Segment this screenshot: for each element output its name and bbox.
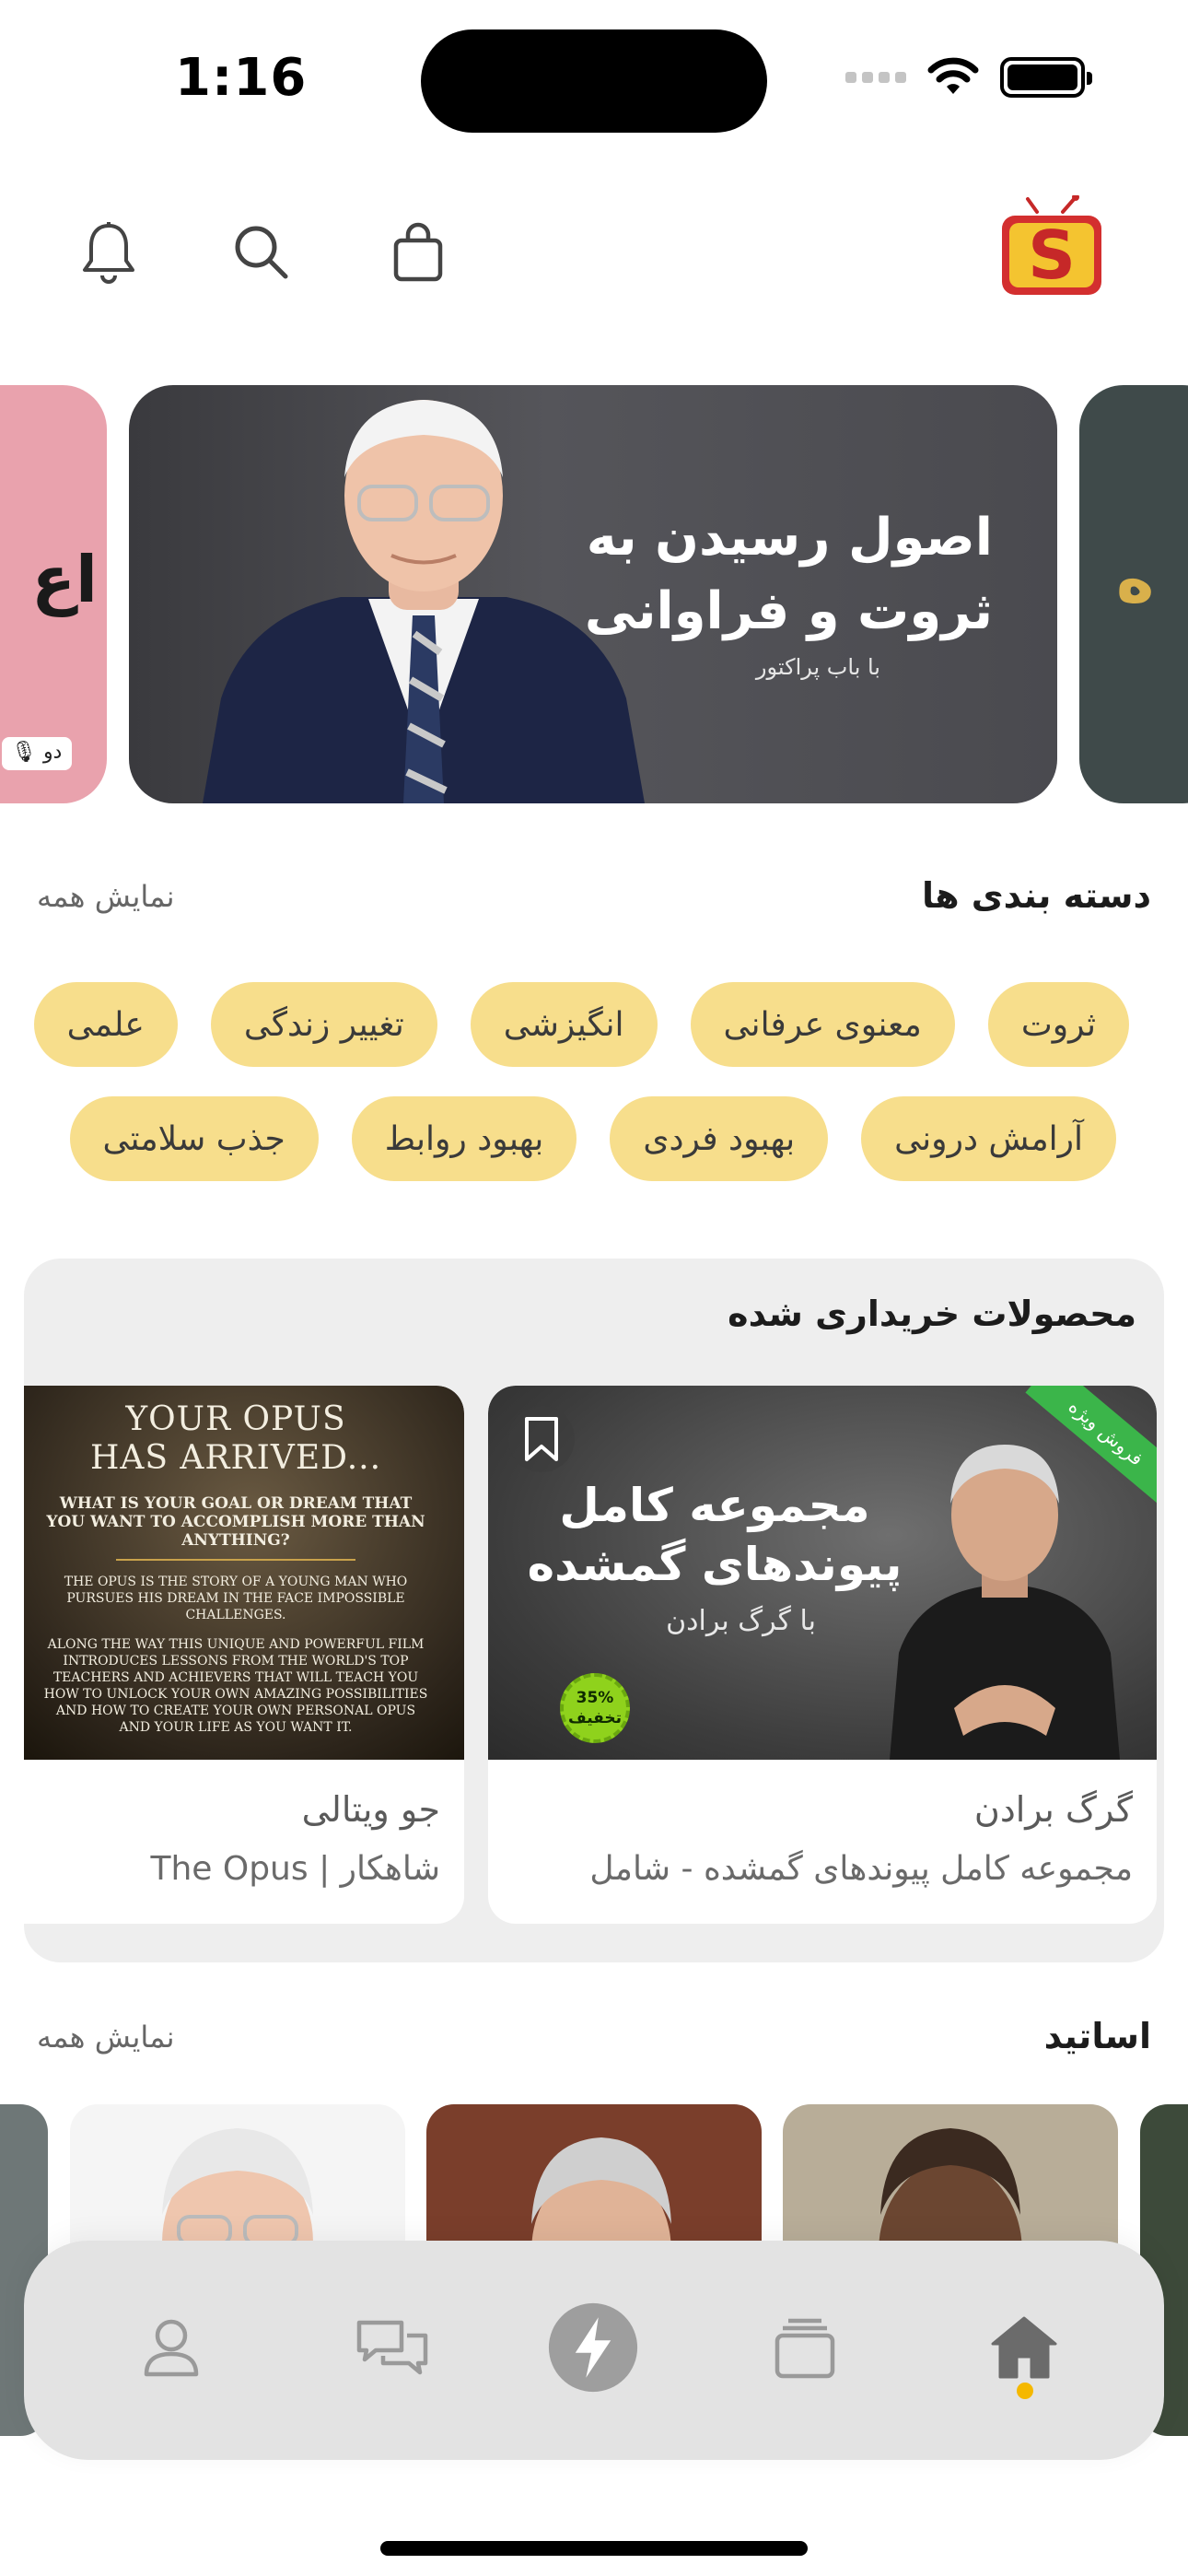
chat-icon <box>356 2320 428 2375</box>
shopping-bag-icon[interactable] <box>379 214 457 291</box>
banner-title-line1: اصول رسیدن به <box>586 508 993 568</box>
cover-subtitle: با گرگ برادن <box>666 1605 816 1637</box>
banner-prev-text: اع <box>31 542 98 617</box>
active-tab-indicator <box>1017 2383 1033 2399</box>
category-chips-row-2: آرامش درونی بهبود فردی بهبود روابط جذب سلام… <box>69 1096 1116 1181</box>
category-chip[interactable]: انگیزشی <box>470 982 658 1067</box>
product-cover-image: YOUR OPUS HAS ARRIVED... WHAT IS YOUR GO… <box>24 1386 464 1760</box>
category-chips-row-1: ثروت معنوی عرفانی انگیزشی تغییر زندگی علمی <box>33 982 1129 1067</box>
category-chip[interactable]: ثروت <box>987 982 1129 1067</box>
banner-card-main[interactable]: اصول رسیدن به ثروت و فراوانی با باب پراک… <box>129 385 1057 803</box>
product-cover-image: مجموعه کامل پیوندهای گمشده با گرگ برادن … <box>488 1386 1157 1760</box>
home-indicator <box>380 2541 808 2556</box>
cover-title: مجموعه کامل پیوندهای گمشده <box>521 1476 908 1594</box>
battery-icon <box>1000 57 1092 98</box>
category-chip[interactable]: جذب سلامتی <box>69 1096 319 1181</box>
masters-title: اساتید <box>1043 2016 1151 2056</box>
bookmark-button[interactable] <box>508 1406 575 1472</box>
product-author: جو ویتالی <box>301 1789 440 1830</box>
category-chip[interactable]: بهبود فردی <box>610 1096 829 1181</box>
banner-next-text: ه <box>1116 542 1155 617</box>
tab-library[interactable] <box>759 2301 851 2394</box>
opus-paragraph-1: THE OPUS IS THE STORY OF A YOUNG MAN WHO… <box>64 1575 408 1622</box>
discount-percent: 35% <box>576 1689 614 1707</box>
banner-card-next[interactable]: ه <box>1079 385 1188 803</box>
wifi-icon <box>927 57 979 94</box>
app-header: S <box>0 181 1188 319</box>
app-logo: S <box>1002 195 1101 295</box>
status-bar: 1:16 <box>0 0 1188 157</box>
product-card[interactable]: YOUR OPUS HAS ARRIVED... WHAT IS YOUR GO… <box>24 1386 464 1924</box>
search-icon[interactable] <box>223 214 300 291</box>
cover-title-line2: پیوندهای گمشده <box>527 1538 903 1591</box>
status-icons <box>845 57 1092 98</box>
banner-carousel[interactable]: اع 🎙 دو اصول رسیدن به ثروت و فراوانی با … <box>0 385 1188 803</box>
dynamic-island <box>421 29 767 133</box>
categories-title: دسته بندی ها <box>921 875 1151 916</box>
status-time: 1:16 <box>175 48 308 108</box>
cover-title-line1: مجموعه کامل <box>559 1479 870 1532</box>
category-chip[interactable]: آرامش درونی <box>861 1096 1116 1181</box>
category-chip[interactable]: علمی <box>33 982 178 1067</box>
product-card[interactable]: مجموعه کامل پیوندهای گمشده با گرگ برادن … <box>488 1386 1157 1924</box>
category-chip[interactable]: بهبود روابط <box>351 1096 577 1181</box>
banner-prev-pill-text: دو <box>42 741 63 764</box>
tab-profile[interactable] <box>125 2301 217 2394</box>
product-name: شاهکار | The Opus <box>150 1850 440 1888</box>
bookmark-icon <box>525 1417 558 1461</box>
cover-person-image <box>890 1445 1120 1760</box>
lightning-icon <box>548 2302 638 2393</box>
logo-letter: S <box>1028 217 1076 294</box>
banner-card-prev[interactable]: اع 🎙 دو <box>0 385 107 803</box>
product-name: مجموعه کامل پیوندهای گمشده - شامل <box>589 1850 1133 1888</box>
banner-subtitle: با باب پراکتور <box>755 654 880 680</box>
opus-heading-line2: HAS ARRIVED... <box>89 1439 382 1477</box>
discount-label: تخفیف <box>567 1709 623 1727</box>
home-icon <box>991 2316 1057 2379</box>
banner-prev-pill: 🎙 دو <box>2 737 72 770</box>
purchased-title: محصولات خریداری شده <box>728 1294 1136 1334</box>
opus-paragraph-2: ALONG THE WAY THIS UNIQUE AND POWERFUL F… <box>43 1637 428 1735</box>
profile-icon <box>144 2319 199 2377</box>
bell-icon[interactable] <box>70 214 147 291</box>
mic-icon: 🎙 <box>11 741 37 764</box>
banner-title-line2: ثروت و فراوانی <box>584 581 993 641</box>
category-chip[interactable]: معنوی عرفانی <box>690 982 955 1067</box>
categories-show-all-link[interactable]: نمایش همه <box>37 879 175 914</box>
purchased-products-section: محصولات خریداری شده مجموعه کامل پیوندهای… <box>24 1259 1164 1962</box>
opus-heading-line1: YOUR OPUS <box>125 1400 346 1438</box>
category-chip[interactable]: تغییر زندگی <box>210 982 437 1067</box>
tab-chat[interactable] <box>346 2301 438 2394</box>
opus-divider <box>116 1559 355 1561</box>
banner-title: اصول رسیدن به ثروت و فراوانی <box>569 501 993 649</box>
discount-badge: 35% تخفیف <box>560 1673 630 1743</box>
product-author: گرگ برادن <box>973 1789 1133 1830</box>
cellular-signal-icon <box>845 72 906 83</box>
bottom-tab-bar <box>24 2241 1164 2460</box>
tab-lightning[interactable] <box>547 2301 639 2394</box>
tab-home[interactable] <box>978 2301 1070 2394</box>
opus-question: WHAT IS YOUR GOAL OR DREAM THAT YOU WANT… <box>46 1494 425 1550</box>
masters-show-all-link[interactable]: نمایش همه <box>37 2020 175 2055</box>
opus-cover-text: YOUR OPUS HAS ARRIVED... WHAT IS YOUR GO… <box>42 1400 429 1736</box>
library-icon <box>775 2318 835 2379</box>
